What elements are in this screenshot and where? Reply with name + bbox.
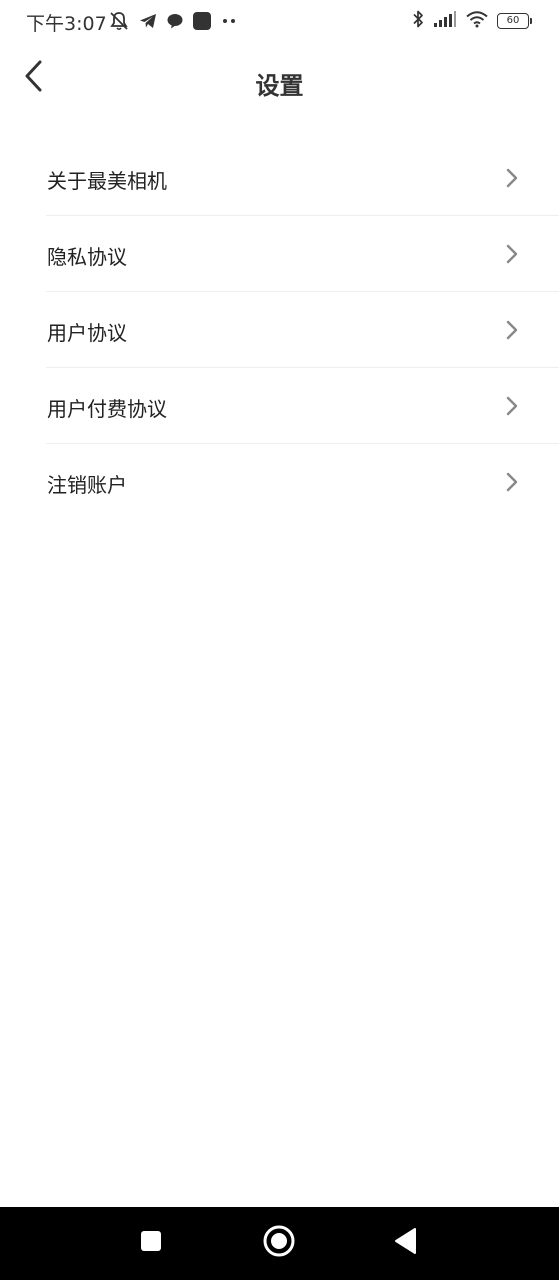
system-nav-bar — [0, 1207, 559, 1280]
settings-item-label: 关于最美相机 — [47, 169, 167, 193]
signal-icon — [433, 10, 457, 32]
home-icon — [262, 1224, 296, 1262]
back-triangle-icon — [393, 1227, 419, 1259]
status-time: 下午3:07 — [26, 13, 107, 35]
battery-icon: 60 — [497, 13, 532, 29]
chevron-right-icon — [504, 166, 520, 190]
chevron-right-icon — [504, 242, 520, 266]
settings-item-about[interactable]: 关于最美相机 — [46, 140, 559, 216]
status-left-icons — [108, 10, 238, 32]
muted-bell-icon — [108, 10, 130, 32]
battery-level: 60 — [506, 15, 520, 26]
settings-item-user-agreement[interactable]: 用户协议 — [46, 292, 559, 368]
settings-item-label: 隐私协议 — [47, 245, 127, 269]
chat-bubble-icon — [166, 12, 184, 30]
settings-list: 关于最美相机 隐私协议 用户协议 用户付费协议 注销账户 — [46, 140, 559, 520]
home-button[interactable] — [261, 1225, 297, 1261]
chevron-right-icon — [504, 318, 520, 342]
wifi-icon — [465, 10, 489, 32]
settings-item-paid-agreement[interactable]: 用户付费协议 — [46, 368, 559, 444]
recent-apps-icon — [139, 1229, 163, 1257]
app-square-icon — [192, 11, 212, 31]
settings-item-label: 用户协议 — [47, 321, 127, 345]
settings-item-label: 注销账户 — [47, 473, 127, 497]
chevron-right-icon — [504, 470, 520, 494]
chevron-right-icon — [504, 394, 520, 418]
page-title: 设置 — [255, 72, 304, 100]
more-dots-icon — [220, 17, 238, 25]
recent-apps-button[interactable] — [133, 1225, 169, 1261]
header: 设置 — [0, 44, 559, 124]
bluetooth-icon — [411, 9, 425, 33]
settings-item-label: 用户付费协议 — [47, 397, 167, 421]
settings-item-delete-account[interactable]: 注销账户 — [46, 444, 559, 520]
settings-item-privacy-policy[interactable]: 隐私协议 — [46, 216, 559, 292]
telegram-icon — [138, 11, 158, 31]
status-bar: 下午3:07 60 — [0, 0, 559, 44]
status-right-icons: 60 — [411, 9, 532, 33]
system-back-button[interactable] — [388, 1225, 424, 1261]
